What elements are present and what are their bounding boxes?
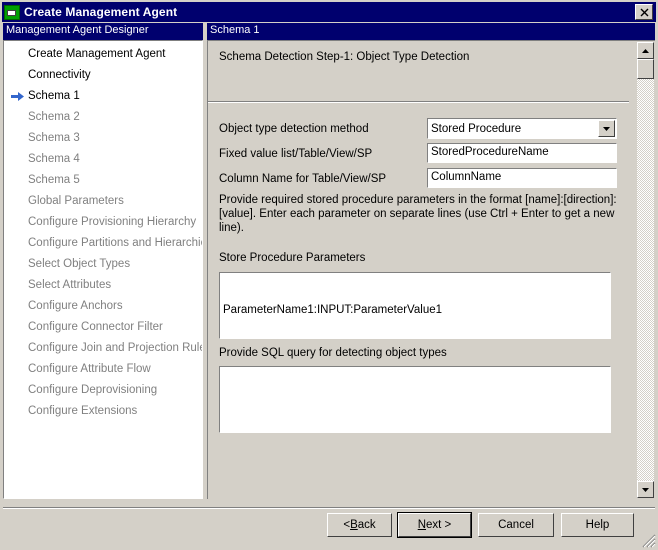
sidebar-item-schema-3: Schema 3: [4, 128, 202, 149]
sidebar-item-configure-attribute-flow: Configure Attribute Flow: [4, 359, 202, 380]
current-step-arrow-icon: [11, 92, 24, 101]
sidebar-item-label: Configure Join and Projection Rules: [28, 342, 203, 354]
parameter-line-1: ParameterName1:INPUT:ParameterValue1: [223, 304, 443, 316]
sidebar-item-global-parameters: Global Parameters: [4, 191, 202, 212]
parameter-format-help: Provide required stored procedure parame…: [219, 194, 617, 234]
sidebar-item-label: Schema 2: [28, 111, 80, 123]
window-title: Create Management Agent: [24, 5, 178, 19]
sidebar-item-label: Configure Deprovisioning: [28, 384, 158, 396]
designer-pane-header: Management Agent Designer: [3, 23, 203, 40]
chevron-down-glyph: [603, 126, 610, 131]
triangle-down-glyph: [642, 487, 649, 492]
scroll-down-icon[interactable]: [637, 481, 654, 498]
sidebar-item-schema-2: Schema 2: [4, 107, 202, 128]
sidebar-item-label: Select Object Types: [28, 258, 131, 270]
back-label-prefix: <: [343, 519, 351, 531]
column-name-input[interactable]: ColumnName: [427, 168, 617, 188]
sidebar-item-schema-4: Schema 4: [4, 149, 202, 170]
footer-divider: [3, 507, 655, 509]
step-title: Schema Detection Step-1: Object Type Det…: [219, 51, 470, 63]
create-management-agent-window: Create Management Agent Management Agent…: [0, 0, 658, 550]
cancel-label-prefix: Cancel: [498, 519, 534, 531]
fixed-value-list-input[interactable]: StoredProcedureName: [427, 143, 617, 163]
sidebar-item-label: Configure Extensions: [28, 405, 138, 417]
help-button[interactable]: Help: [561, 513, 634, 537]
sidebar-item-configure-provisioning-hierarchy: Configure Provisioning Hierarchy: [4, 212, 202, 233]
sidebar-item-configure-join-and-projection-rules: Configure Join and Projection Rules: [4, 338, 202, 359]
fixed-value-list-label: Fixed value list/Table/View/SP: [219, 148, 373, 160]
sidebar-item-connectivity[interactable]: Connectivity: [4, 65, 202, 86]
vertical-scrollbar[interactable]: [637, 42, 654, 498]
sql-query-label: Provide SQL query for detecting object t…: [219, 347, 447, 359]
detection-method-value: Stored Procedure: [431, 122, 522, 135]
next-accelerator: N: [417, 519, 427, 531]
detection-method-label: Object type detection method: [219, 123, 369, 135]
sidebar-item-configure-deprovisioning: Configure Deprovisioning: [4, 380, 202, 401]
sidebar-item-label: Configure Provisioning Hierarchy: [28, 216, 197, 228]
close-icon[interactable]: [635, 4, 653, 20]
cancel-button[interactable]: Cancel: [478, 513, 554, 537]
sidebar-item-configure-anchors: Configure Anchors: [4, 296, 202, 317]
detection-method-select[interactable]: Stored Procedure: [427, 118, 617, 139]
sidebar-item-label: Schema 5: [28, 174, 80, 186]
schema-pane-body: Schema Detection Step-1: Object Type Det…: [207, 40, 655, 499]
back-accelerator: B: [350, 519, 358, 531]
sidebar-item-label: Schema 4: [28, 153, 80, 165]
store-procedure-parameters-label: Store Procedure Parameters: [219, 252, 366, 264]
triangle-up-glyph: [642, 48, 649, 53]
sidebar-item-label: Select Attributes: [28, 279, 112, 291]
sidebar-item-label: Configure Connector Filter: [28, 321, 163, 333]
store-procedure-parameters-textarea[interactable]: ParameterName1:INPUT:ParameterValue1 Par…: [219, 272, 611, 339]
column-name-label: Column Name for Table/View/SP: [219, 173, 387, 185]
sidebar-item-schema-5: Schema 5: [4, 170, 202, 191]
sidebar-item-select-object-types: Select Object Types: [4, 254, 202, 275]
back-label-suffix: ack: [357, 519, 376, 531]
sidebar-item-label: Connectivity: [28, 69, 91, 81]
sidebar-item-create-management-agent[interactable]: Create Management Agent: [4, 44, 202, 65]
sidebar-item-label: Configure Partitions and Hierarchies: [28, 237, 203, 249]
chevron-down-icon[interactable]: [598, 120, 615, 137]
scrollbar-track[interactable]: [637, 59, 654, 481]
sidebar-item-label: Create Management Agent: [28, 48, 166, 60]
schema-pane: Schema 1 Schema Detection Step-1: Object…: [207, 23, 655, 499]
scroll-up-icon[interactable]: [637, 42, 654, 59]
sidebar-item-configure-extensions: Configure Extensions: [4, 401, 202, 422]
header-divider: [208, 101, 629, 103]
help-label-prefix: Help: [585, 519, 610, 531]
sidebar-item-select-attributes: Select Attributes: [4, 275, 202, 296]
schema-pane-header: Schema 1: [207, 23, 655, 40]
close-glyph: [640, 8, 648, 16]
scrollbar-thumb[interactable]: [637, 59, 654, 79]
next-label-suffix: ext >: [426, 519, 452, 531]
sidebar-item-label: Schema 1: [28, 90, 80, 102]
sql-query-textarea[interactable]: [219, 366, 611, 433]
title-bar: Create Management Agent: [2, 2, 656, 22]
sidebar-item-configure-connector-filter: Configure Connector Filter: [4, 317, 202, 338]
back-button[interactable]: < Back: [327, 513, 392, 537]
sidebar-item-label: Configure Attribute Flow: [28, 363, 151, 375]
agent-icon: [4, 4, 20, 20]
sidebar-item-label: Global Parameters: [28, 195, 124, 207]
resize-grip-icon[interactable]: [642, 534, 656, 548]
sidebar-item-label: Configure Anchors: [28, 300, 123, 312]
next-button[interactable]: Next >: [397, 512, 472, 538]
sidebar-item-schema-1[interactable]: Schema 1: [4, 86, 202, 107]
sidebar-item-configure-partitions-and-hierarchies: Configure Partitions and Hierarchies: [4, 233, 202, 254]
designer-pane: Management Agent Designer Create Managem…: [3, 23, 203, 499]
wizard-step-list[interactable]: Create Management Agent Connectivity Schem…: [3, 40, 203, 499]
sidebar-item-label: Schema 3: [28, 132, 80, 144]
